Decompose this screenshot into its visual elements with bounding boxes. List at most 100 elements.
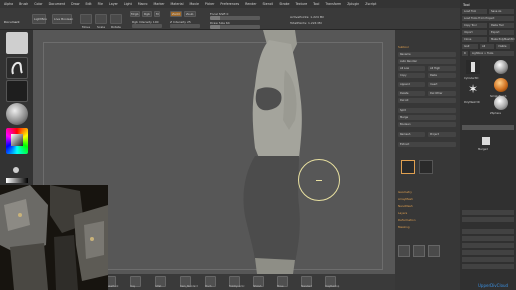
tool-thumb-simplebrush[interactable] bbox=[494, 78, 508, 92]
tool-setting-row-8[interactable] bbox=[462, 264, 514, 269]
subtool-append-button[interactable]: Append bbox=[398, 82, 425, 87]
menu-item-stroke[interactable]: Stroke bbox=[279, 2, 289, 6]
lightbox-tools-button[interactable]: Lightbox > Tools bbox=[470, 51, 514, 56]
move-button[interactable] bbox=[80, 14, 92, 24]
subtool-slider-row[interactable] bbox=[462, 125, 514, 130]
subtool-delall-button[interactable]: Del All bbox=[398, 98, 456, 103]
subtool-allhigh-button[interactable]: All High bbox=[428, 66, 456, 71]
menu-item-render[interactable]: Render bbox=[245, 2, 256, 6]
tool-thumb-sphere[interactable] bbox=[494, 60, 508, 74]
tool-thumb-star[interactable]: ✶ bbox=[466, 82, 480, 96]
tool-setting-row-6[interactable] bbox=[462, 250, 514, 255]
subtool-delother-button[interactable]: Del Other bbox=[428, 91, 456, 96]
stroke-thumbnail[interactable] bbox=[6, 57, 28, 79]
color-picker[interactable] bbox=[6, 128, 28, 154]
subtool-thumbnail[interactable] bbox=[401, 160, 415, 174]
all-button[interactable]: All bbox=[480, 44, 494, 49]
mrgb-label: Mrgb bbox=[131, 12, 139, 16]
subtool-mini-thumb[interactable] bbox=[482, 137, 490, 145]
tool-setting-row-7[interactable] bbox=[462, 257, 514, 262]
load-tool-button[interactable]: Load Tool bbox=[462, 9, 487, 14]
goz-button[interactable]: GoZ bbox=[462, 44, 478, 49]
menu-item-brush[interactable]: Brush bbox=[19, 2, 28, 6]
panel-icon-c[interactable] bbox=[428, 245, 440, 257]
subtool-delete-button[interactable]: Delete bbox=[398, 91, 425, 96]
save-as-button[interactable]: Save As bbox=[489, 9, 514, 14]
subtool-split-button[interactable]: Split bbox=[398, 108, 456, 113]
clone-button[interactable]: Clone bbox=[462, 37, 487, 42]
subtool-rename-button[interactable]: Rename bbox=[398, 52, 456, 57]
export-button[interactable]: Export bbox=[489, 30, 514, 35]
tool-title: Tool bbox=[463, 3, 470, 7]
visible-button[interactable]: Visible bbox=[496, 44, 510, 49]
color-swatch-gradient[interactable] bbox=[6, 178, 28, 183]
rgb-intensity-slider[interactable] bbox=[132, 24, 162, 28]
tool-setting-row-5[interactable] bbox=[462, 243, 514, 248]
menu-item-stencil[interactable]: Stencil bbox=[263, 2, 274, 6]
brush-thumbnail-clay[interactable] bbox=[6, 32, 28, 54]
copy-tool-button[interactable]: Copy Tool bbox=[462, 23, 487, 28]
subtool-remesh-button[interactable]: Remesh bbox=[398, 132, 425, 137]
panel-icon-b[interactable] bbox=[413, 245, 425, 257]
section-arraymesh[interactable]: ArrayMesh bbox=[398, 197, 413, 201]
menu-item-zplugin[interactable]: Zplugin bbox=[347, 2, 359, 6]
subtool-alllow-button[interactable]: All Low bbox=[398, 66, 425, 71]
section-deformation[interactable]: Deformation bbox=[398, 218, 415, 222]
r-button[interactable]: R bbox=[462, 51, 468, 56]
subtool-title: Subtool bbox=[398, 45, 409, 49]
subtool-project-button[interactable]: Project bbox=[428, 132, 456, 137]
menu-item-tool[interactable]: Tool bbox=[313, 2, 319, 6]
focal-shift-slider[interactable] bbox=[210, 16, 260, 20]
tool-setting-row-2[interactable] bbox=[462, 217, 514, 222]
menu-item-alpha[interactable]: Alpha bbox=[4, 2, 13, 6]
menu-item-draw[interactable]: Draw bbox=[71, 2, 79, 6]
make-polymesh-button[interactable]: Make PolyMesh3D bbox=[489, 37, 514, 42]
subtool-thumbnail-2[interactable] bbox=[419, 160, 433, 174]
panel-icon-a[interactable] bbox=[398, 245, 410, 257]
subtool-split-label: Split bbox=[400, 109, 406, 112]
menu-item-layer[interactable]: Layer bbox=[109, 2, 118, 6]
rgb-label: Rgb bbox=[144, 12, 150, 16]
subtool-delall-label: Del All bbox=[400, 99, 409, 102]
menu-item-light[interactable]: Light bbox=[124, 2, 132, 6]
alpha-thumbnail[interactable] bbox=[6, 80, 28, 102]
menu-item-movie[interactable]: Movie bbox=[189, 2, 198, 6]
rotate-button[interactable] bbox=[110, 14, 122, 24]
menu-item-color[interactable]: Color bbox=[34, 2, 42, 6]
subtool-insert-button[interactable]: Insert bbox=[428, 82, 456, 87]
subtool-paste-button[interactable]: Paste bbox=[428, 73, 456, 78]
menu-item-marker[interactable]: Marker bbox=[154, 2, 165, 6]
brush-pinch-label: Pinch bbox=[205, 285, 212, 288]
section-nanomesh[interactable]: NanoMesh bbox=[398, 204, 413, 208]
paste-tool-button[interactable]: Paste Tool bbox=[489, 23, 514, 28]
menu-item-material[interactable]: Material bbox=[171, 2, 184, 6]
menu-item-picker[interactable]: Picker bbox=[205, 2, 215, 6]
draw-size-slider[interactable] bbox=[210, 25, 260, 29]
section-masking[interactable]: Masking bbox=[398, 225, 410, 229]
scale-button[interactable] bbox=[95, 14, 107, 24]
subtool-extract-button[interactable]: Extract bbox=[398, 142, 456, 147]
z-intensity-slider[interactable] bbox=[170, 24, 200, 28]
menu-item-texture[interactable]: Texture bbox=[295, 2, 307, 6]
menu-item-document[interactable]: Document bbox=[49, 2, 66, 6]
menu-item-zscript[interactable]: Zscript bbox=[365, 2, 376, 6]
menu-item-preferences[interactable]: Preferences bbox=[220, 2, 239, 6]
tool-setting-row-4[interactable] bbox=[462, 236, 514, 241]
material-thumbnail[interactable] bbox=[6, 103, 28, 125]
menu-item-macro[interactable]: Macro bbox=[138, 2, 148, 6]
section-layers[interactable]: Layers bbox=[398, 211, 407, 215]
color-swatch-dot[interactable] bbox=[13, 167, 19, 173]
tool-setting-row-1[interactable] bbox=[462, 210, 514, 215]
subtool-merge-button[interactable]: Merge bbox=[398, 115, 456, 120]
section-geometry[interactable]: Geometry bbox=[398, 190, 412, 194]
menu-item-file[interactable]: File bbox=[98, 2, 103, 6]
import-button[interactable]: Import bbox=[462, 30, 487, 35]
menu-item-transform[interactable]: Transform bbox=[325, 2, 341, 6]
subtool-boolean-button[interactable]: Boolean bbox=[398, 122, 456, 127]
tool-thumb-cylinder[interactable] bbox=[466, 60, 480, 74]
subtool-copy-button[interactable]: Copy bbox=[398, 73, 425, 78]
load-tools-from-project-button[interactable]: Load Tools From Project bbox=[462, 16, 514, 21]
tool-setting-row-3[interactable] bbox=[462, 229, 514, 234]
subtool-autoreorder-button[interactable]: Auto Reorder bbox=[398, 59, 456, 64]
menu-item-edit[interactable]: Edit bbox=[85, 2, 91, 6]
